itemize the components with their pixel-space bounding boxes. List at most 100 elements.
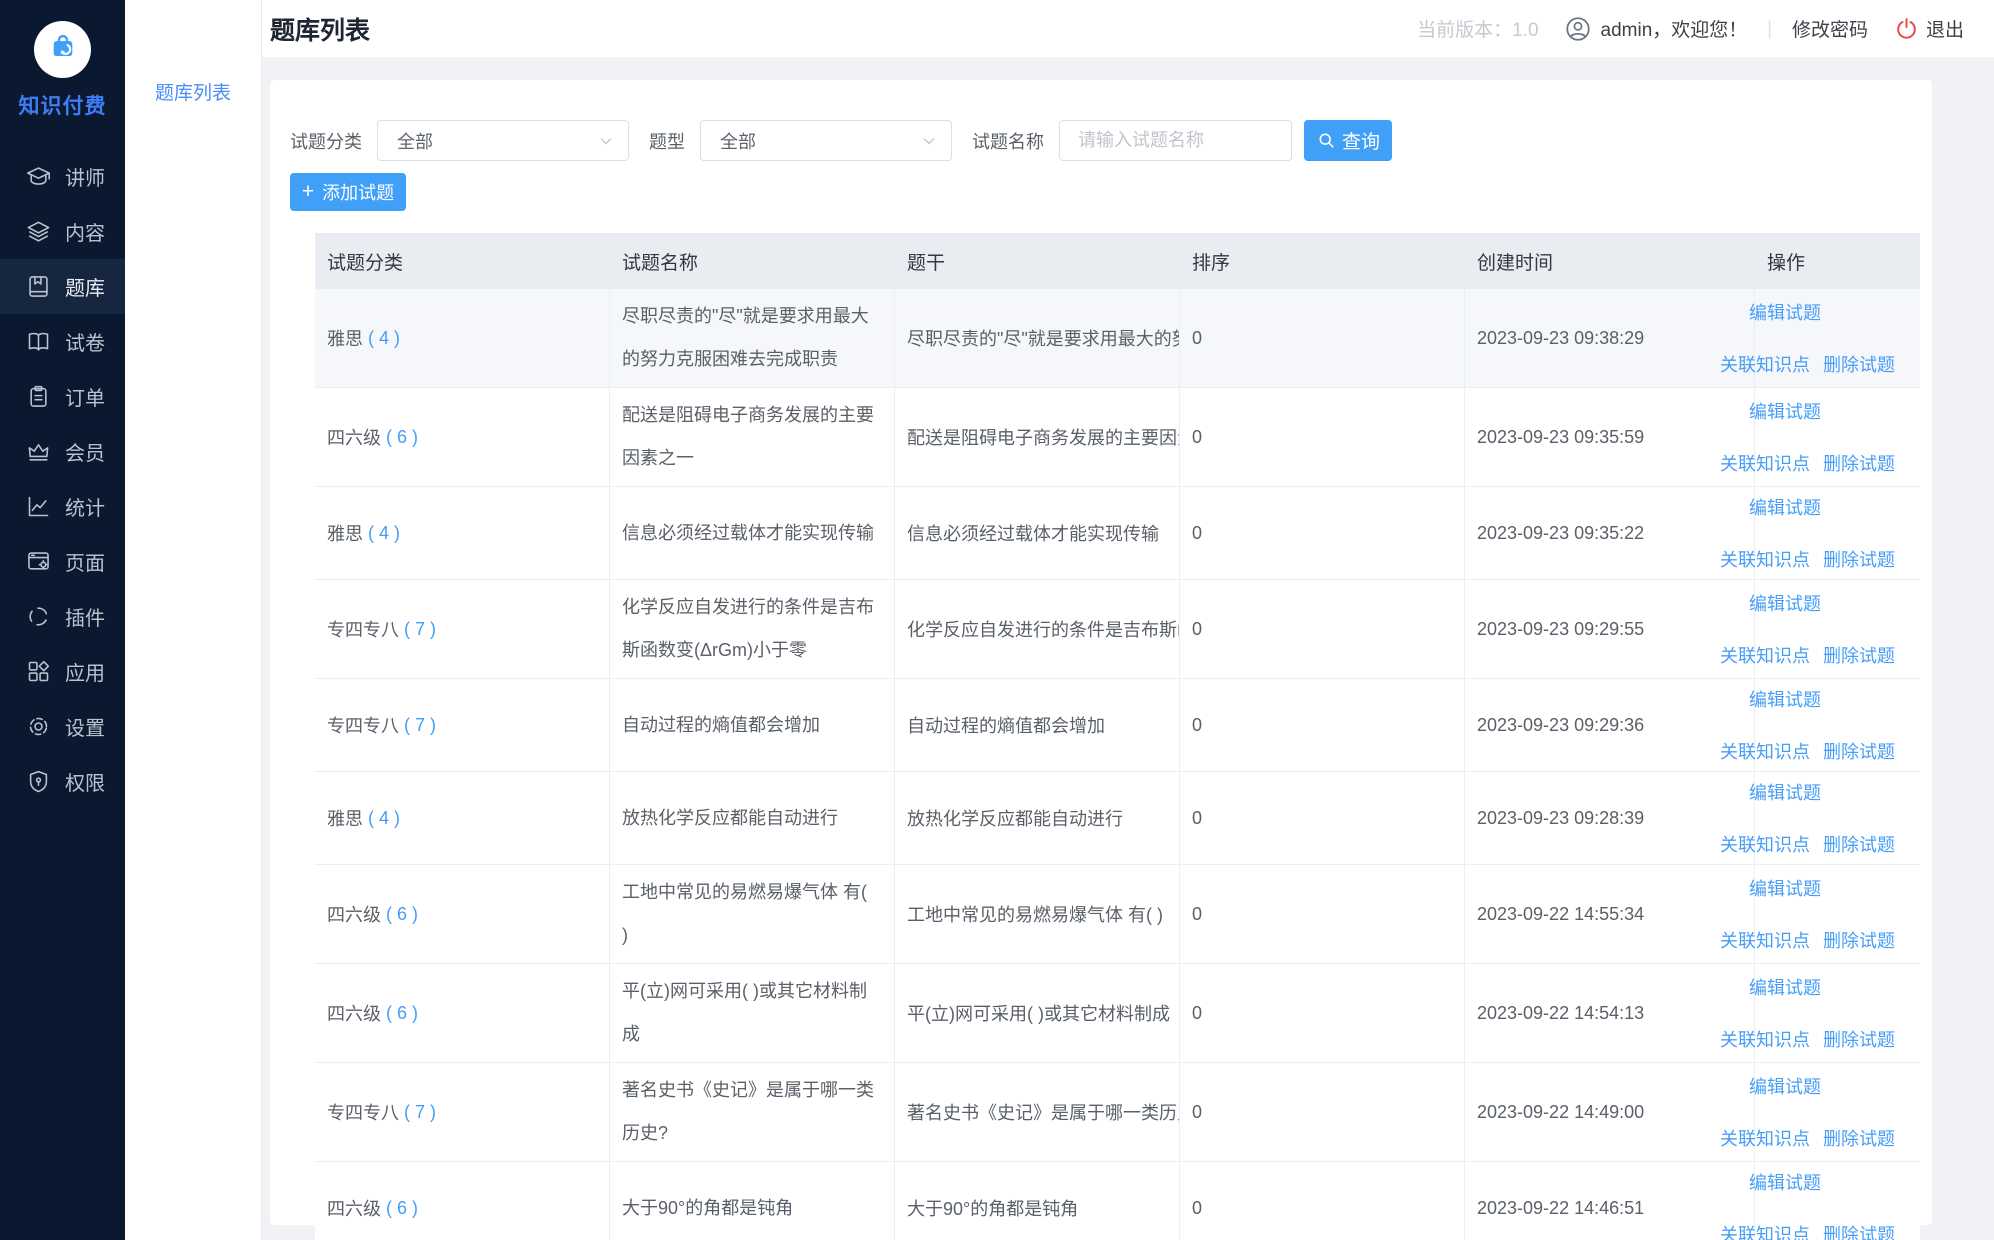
submenu-item-question-list[interactable]: 题库列表 [125, 78, 261, 105]
category-select[interactable]: 全部 [377, 120, 629, 161]
cell-created-time: 2023-09-23 09:28:39 [1465, 772, 1755, 864]
type-select[interactable]: 全部 [700, 120, 952, 161]
search-button-label: 查询 [1342, 127, 1380, 154]
delete-question-link[interactable]: 删除试题 [1823, 1125, 1895, 1151]
exam-paper-icon [25, 328, 52, 355]
category-count-link[interactable]: ( 6 ) [386, 1198, 418, 1219]
edit-question-link[interactable]: 编辑试题 [1749, 974, 1821, 1000]
link-knowledge-link[interactable]: 关联知识点 [1720, 450, 1810, 476]
edit-question-link[interactable]: 编辑试题 [1749, 779, 1821, 805]
add-button-label: 添加试题 [322, 179, 394, 205]
cell-category: 四六级 ( 6 ) [315, 388, 610, 486]
link-knowledge-link[interactable]: 关联知识点 [1720, 927, 1810, 953]
cell-created-time: 2023-09-22 14:55:34 [1465, 865, 1755, 963]
category-count-link[interactable]: ( 7 ) [404, 619, 436, 640]
delete-question-link[interactable]: 删除试题 [1823, 546, 1895, 572]
operation-links-row: 关联知识点 删除试题 [1720, 738, 1895, 764]
cell-stem: 平(立)网可采用( )或其它材料制成 [895, 964, 1180, 1062]
category-count-link[interactable]: ( 6 ) [386, 904, 418, 925]
sidebar-menu: 讲师 内容 题库 试卷 订单 会员 统计 页面 插件 应用 设置 权限 [0, 149, 125, 809]
chevron-down-icon [596, 131, 616, 151]
cell-created-time: 2023-09-22 14:54:13 [1465, 964, 1755, 1062]
column-header: 排序 [1180, 248, 1465, 275]
top-header: 题库列表 当前版本：1.0 admin，欢迎您！ | 修改密码 [262, 0, 1994, 57]
link-knowledge-link[interactable]: 关联知识点 [1720, 831, 1810, 857]
edit-question-link[interactable]: 编辑试题 [1749, 398, 1821, 424]
sidebar-item-application[interactable]: 应用 [0, 644, 125, 699]
operation-links-row: 关联知识点 删除试题 [1720, 831, 1895, 857]
cell-sort: 0 [1180, 580, 1465, 678]
sidebar-item-permission[interactable]: 权限 [0, 754, 125, 809]
cell-sort: 0 [1180, 1162, 1465, 1240]
link-knowledge-link[interactable]: 关联知识点 [1720, 1221, 1810, 1240]
question-name-input[interactable] [1059, 120, 1292, 161]
cell-stem: 工地中常见的易燃易爆气体 有( ) [895, 865, 1180, 963]
sidebar-item-statistics[interactable]: 统计 [0, 479, 125, 534]
cell-created-time: 2023-09-23 09:29:55 [1465, 580, 1755, 678]
cell-sort: 0 [1180, 865, 1465, 963]
link-knowledge-link[interactable]: 关联知识点 [1720, 738, 1810, 764]
cell-question-name: 自动过程的熵值都会增加 [610, 679, 895, 771]
edit-question-link[interactable]: 编辑试题 [1749, 494, 1821, 520]
cell-category: 四六级 ( 6 ) [315, 964, 610, 1062]
cell-stem: 大于90°的角都是钝角 [895, 1162, 1180, 1240]
sidebar-item-settings[interactable]: 设置 [0, 699, 125, 754]
link-knowledge-link[interactable]: 关联知识点 [1720, 642, 1810, 668]
column-header: 创建时间 [1465, 248, 1755, 275]
add-question-button[interactable]: + 添加试题 [290, 173, 406, 211]
power-icon [1894, 16, 1919, 41]
link-knowledge-link[interactable]: 关联知识点 [1720, 351, 1810, 377]
change-password-link[interactable]: 修改密码 [1792, 15, 1868, 42]
sidebar-item-page[interactable]: 页面 [0, 534, 125, 589]
sidebar-item-question-bank[interactable]: 题库 [0, 259, 125, 314]
delete-question-link[interactable]: 删除试题 [1823, 450, 1895, 476]
sidebar-item-exam-paper[interactable]: 试卷 [0, 314, 125, 369]
category-count-link[interactable]: ( 7 ) [404, 715, 436, 736]
sidebar-item-plugin[interactable]: 插件 [0, 589, 125, 644]
link-knowledge-link[interactable]: 关联知识点 [1720, 546, 1810, 572]
lecturer-icon [25, 163, 52, 190]
delete-question-link[interactable]: 删除试题 [1823, 738, 1895, 764]
version-label: 当前版本：1.0 [1417, 15, 1538, 42]
delete-question-link[interactable]: 删除试题 [1823, 1221, 1895, 1240]
page-title: 题库列表 [270, 11, 370, 47]
sidebar-item-content[interactable]: 内容 [0, 204, 125, 259]
category-count-link[interactable]: ( 4 ) [368, 523, 400, 544]
delete-question-link[interactable]: 删除试题 [1823, 351, 1895, 377]
cell-stem: 著名史书《史记》是属于哪一类历史? [895, 1063, 1180, 1161]
sidebar-item-member[interactable]: 会员 [0, 424, 125, 479]
header-separator: | [1767, 18, 1772, 39]
category-count-link[interactable]: ( 4 ) [368, 328, 400, 349]
delete-question-link[interactable]: 删除试题 [1823, 831, 1895, 857]
category-count-link[interactable]: ( 7 ) [404, 1102, 436, 1123]
app-logo: 知识付费 [0, 0, 125, 120]
operation-links-row: 关联知识点 删除试题 [1720, 1026, 1895, 1052]
edit-question-link[interactable]: 编辑试题 [1749, 299, 1821, 325]
category-count-link[interactable]: ( 6 ) [386, 1003, 418, 1024]
category-count-link[interactable]: ( 6 ) [386, 427, 418, 448]
edit-question-link[interactable]: 编辑试题 [1749, 590, 1821, 616]
delete-question-link[interactable]: 删除试题 [1823, 642, 1895, 668]
cell-stem: 放热化学反应都能自动进行 [895, 772, 1180, 864]
logo-circle [34, 21, 91, 78]
logout-button[interactable]: 退出 [1894, 15, 1964, 42]
cell-operations: 编辑试题 关联知识点 删除试题 [1755, 388, 1920, 486]
edit-question-link[interactable]: 编辑试题 [1749, 1169, 1821, 1195]
edit-question-link[interactable]: 编辑试题 [1749, 1073, 1821, 1099]
table-row: 四六级 ( 6 ) 平(立)网可采用( )或其它材料制成 平(立)网可采用( )… [315, 964, 1920, 1063]
link-knowledge-link[interactable]: 关联知识点 [1720, 1026, 1810, 1052]
table-row: 四六级 ( 6 ) 配送是阻碍电子商务发展的主要因素之一 配送是阻碍电子商务发展… [315, 388, 1920, 487]
sidebar-item-order[interactable]: 订单 [0, 369, 125, 424]
cell-question-name: 化学反应自发进行的条件是吉布斯函数变(ΔrGm)小于零 [610, 580, 895, 678]
cell-operations: 编辑试题 关联知识点 删除试题 [1755, 772, 1920, 864]
sidebar-item-lecturer[interactable]: 讲师 [0, 149, 125, 204]
question-list-card: 试题分类 全部 题型 全部 试题名称 [270, 80, 1932, 1225]
edit-question-link[interactable]: 编辑试题 [1749, 686, 1821, 712]
permission-icon [25, 768, 52, 795]
delete-question-link[interactable]: 删除试题 [1823, 927, 1895, 953]
edit-question-link[interactable]: 编辑试题 [1749, 875, 1821, 901]
search-button[interactable]: 查询 [1304, 120, 1392, 161]
category-count-link[interactable]: ( 4 ) [368, 808, 400, 829]
link-knowledge-link[interactable]: 关联知识点 [1720, 1125, 1810, 1151]
delete-question-link[interactable]: 删除试题 [1823, 1026, 1895, 1052]
